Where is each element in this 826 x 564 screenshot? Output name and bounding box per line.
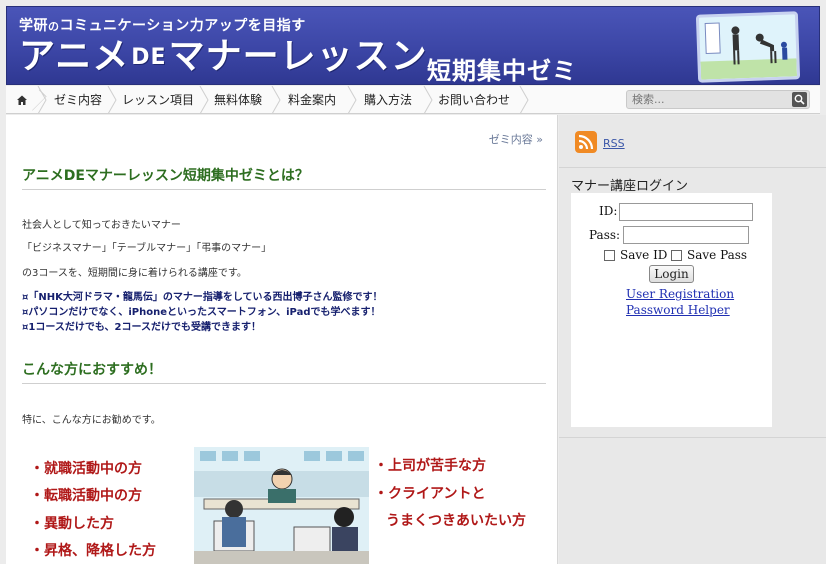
password-field[interactable]	[623, 226, 749, 244]
tagline-gakken: 学研	[19, 18, 48, 34]
nav-item-contact[interactable]: お問い合わせ	[438, 86, 510, 114]
header-illustration	[695, 11, 801, 83]
nav-item-trial[interactable]: 無料体験	[214, 86, 262, 114]
feature-3: ¤1コースだけでも、2コースだけでも受講できます！	[22, 322, 261, 333]
password-helper-link[interactable]: Password Helper	[626, 303, 730, 317]
sidebar-divider	[559, 167, 826, 168]
intro-description: の3コースを、短期間に身に着けられる講座です。	[22, 268, 247, 279]
search-button[interactable]	[792, 92, 807, 107]
target-list-item: ・転職活動中の方	[30, 488, 142, 504]
tagline-text: コミュニケーション力アップを目指す	[59, 18, 306, 34]
main-nav: ゼミ内容 レッスン項目 無料体験 料金案内 購入方法 お問い合わせ	[6, 86, 820, 114]
nav-label: ゼミ内容	[54, 93, 103, 107]
save-id-label: Save ID	[620, 248, 668, 262]
title-de: DE	[131, 45, 167, 70]
pass-label: Pass:	[589, 228, 621, 242]
rss-icon[interactable]	[575, 131, 597, 153]
feature-2: ¤パソコンだけでなく、iPhoneといったスマートフォン、iPadでも学べます！	[22, 307, 381, 318]
save-id-checkbox[interactable]	[604, 250, 615, 261]
search-box	[626, 90, 810, 109]
intro-courses: 「ビジネスマナー」「テーブルマナー」「弔事のマナー」	[22, 243, 272, 254]
target-list-item: ・クライアントと	[374, 486, 486, 502]
section-title-about: アニメDEマナーレッスン短期集中ゼミとは？	[22, 165, 546, 190]
tagline-no: の	[48, 20, 60, 33]
nav-label: 無料体験	[214, 93, 263, 107]
main-content: ゼミ内容 » アニメDEマナーレッスン短期集中ゼミとは？ 社会人として知っておき…	[6, 115, 558, 564]
site-subtitle: 短期集中ゼミ	[427, 57, 577, 85]
nav-label: お問い合わせ	[438, 93, 511, 107]
id-label: ID:	[599, 204, 618, 218]
recommend-text: 特に、こんな方にお勧めです。	[22, 415, 161, 426]
site-tagline: 学研のコミュニケーション力アップを目指す	[19, 15, 306, 35]
feature-1: ¤「NHK大河ドラマ・龍馬伝」のマナー指導をしている西出博子さん監修です！	[22, 292, 383, 303]
id-field[interactable]	[619, 203, 753, 221]
office-illustration	[194, 447, 369, 564]
target-list-item: ・昇格、降格した方	[30, 543, 156, 559]
nav-item-lessons[interactable]: レッスン項目	[122, 86, 194, 114]
nav-item-zemi[interactable]: ゼミ内容	[54, 86, 102, 114]
search-input[interactable]	[630, 92, 780, 107]
intro-text: 社会人として知っておきたいマナー	[22, 220, 181, 231]
sidebar: RSS マナー講座ログイン ID: Pass: Save ID Save Pas…	[559, 115, 826, 564]
nav-label: レッスン項目	[122, 93, 195, 107]
office-scene-image	[194, 447, 369, 564]
rss-link[interactable]: RSS	[603, 137, 625, 150]
login-widget-title: マナー講座ログイン	[571, 179, 689, 194]
nav-item-pricing[interactable]: 料金案内	[288, 86, 336, 114]
title-manner-lesson: マナーレッスン	[168, 36, 428, 77]
section-title-recommend: こんな方におすすめ！	[22, 359, 546, 384]
site-title[interactable]: アニメDEマナーレッスン	[19, 37, 428, 78]
login-form: ID: Pass: Save ID Save Pass Login User R…	[571, 193, 772, 427]
nav-label: 料金案内	[288, 93, 337, 107]
user-registration-link[interactable]: User Registration	[626, 287, 734, 301]
target-list-item: ・就職活動中の方	[30, 461, 142, 477]
save-pass-label: Save Pass	[687, 248, 748, 262]
nav-label: 購入方法	[364, 93, 413, 107]
site-header: 学研のコミュニケーション力アップを目指す アニメDEマナーレッスン 短期集中ゼミ	[6, 6, 820, 85]
bowing-figures-illustration	[700, 22, 798, 80]
target-list-item: ・異動した方	[30, 516, 114, 532]
sidebar-divider	[559, 437, 826, 438]
save-pass-checkbox[interactable]	[671, 250, 682, 261]
breadcrumb-link[interactable]: ゼミ内容 »	[489, 131, 543, 147]
target-list-item: ・上司が苦手な方	[374, 458, 486, 474]
nav-item-purchase[interactable]: 購入方法	[364, 86, 412, 114]
target-list-item: うまくつきあいたい方	[386, 513, 526, 529]
title-anime: アニメ	[19, 36, 130, 77]
search-icon	[794, 94, 805, 105]
nav-home[interactable]	[14, 86, 47, 114]
login-button[interactable]: Login	[649, 265, 694, 283]
